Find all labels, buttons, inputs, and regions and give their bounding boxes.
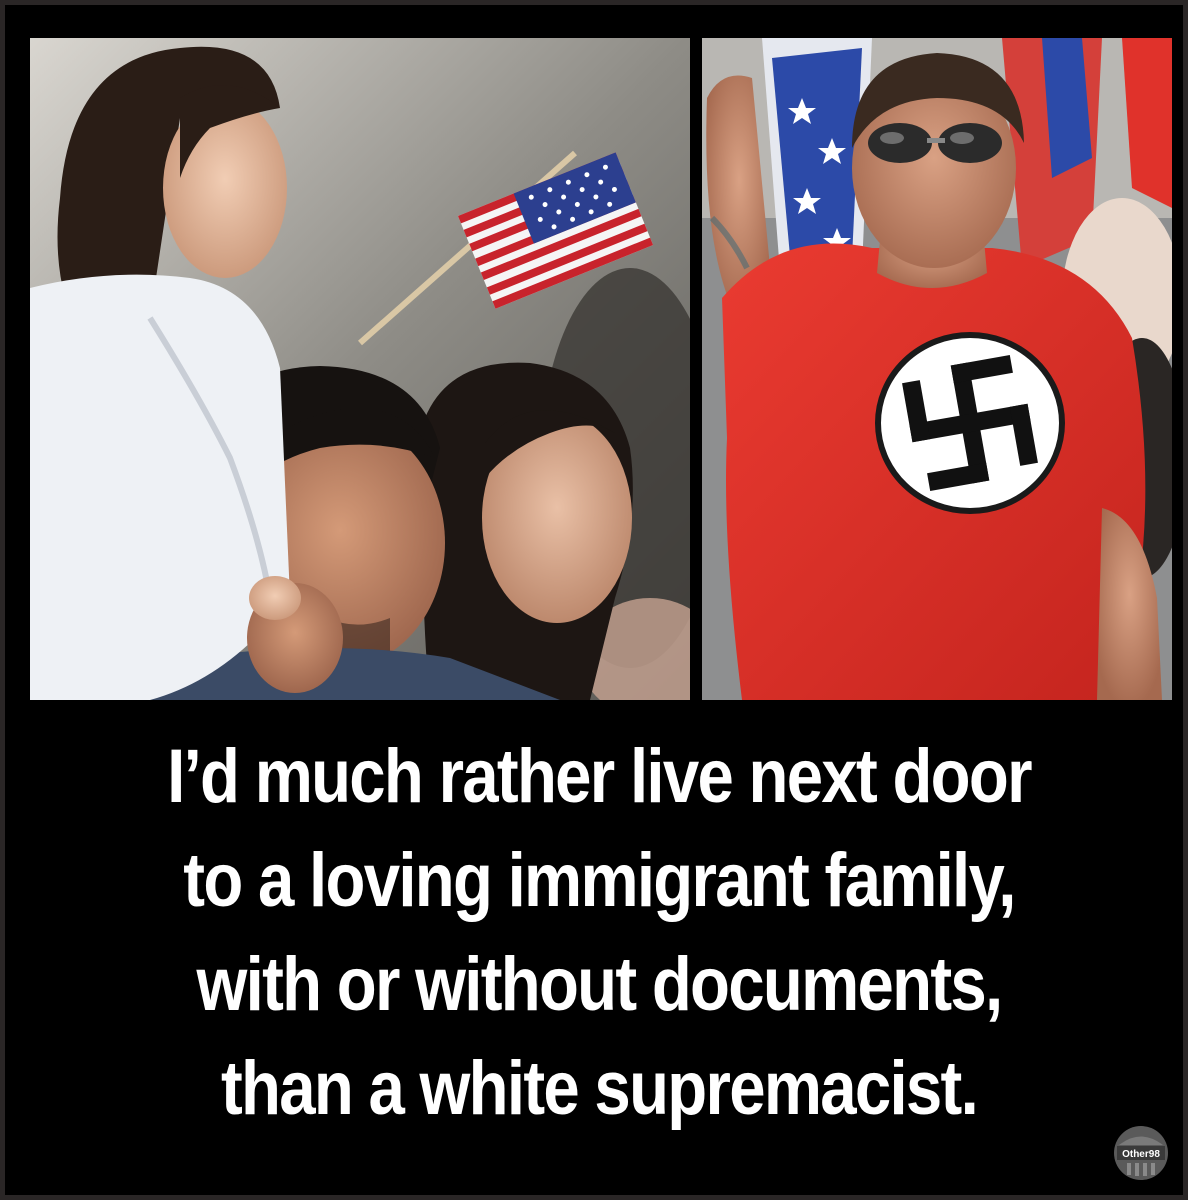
caption-line-2: to a loving immigrant family,: [183, 838, 1016, 923]
caption-line-3: with or without documents,: [196, 942, 1004, 1027]
family-photo: [30, 38, 690, 700]
supremacist-photo: [702, 38, 1172, 700]
caption: I’d much rather live next door to a lovi…: [5, 725, 1188, 1141]
swastika-armband-icon: [875, 332, 1065, 514]
caption-line-4: than a white supremacist.: [220, 1046, 979, 1131]
other98-logo: Other98: [1111, 1123, 1171, 1183]
family-photo-illustration: [30, 38, 690, 700]
meme-frame: I’d much rather live next door to a lovi…: [0, 0, 1188, 1200]
other98-logo-icon: Other98: [1114, 1126, 1168, 1180]
supremacist-photo-illustration: [702, 38, 1172, 700]
caption-line-1: I’d much rather live next door: [167, 734, 1032, 819]
svg-text:Other98: Other98: [1122, 1149, 1160, 1160]
